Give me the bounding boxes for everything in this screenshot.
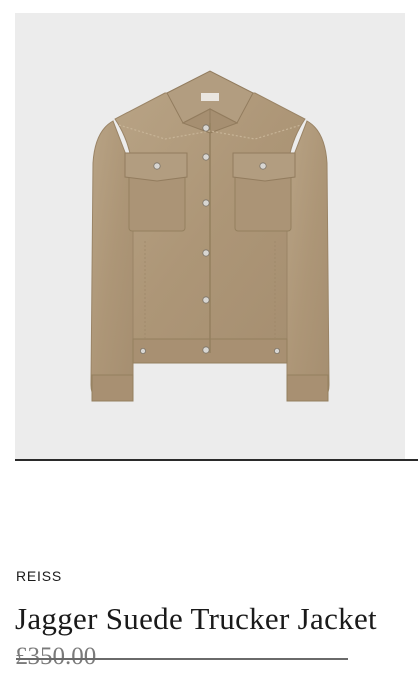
price-strikethrough [16, 658, 348, 660]
original-price: £350.00 [15, 643, 97, 670]
product-image[interactable] [15, 13, 405, 459]
brand-name[interactable]: REISS [16, 568, 62, 584]
product-title[interactable]: Jagger Suede Trucker Jacket [15, 601, 377, 637]
image-divider [15, 459, 418, 461]
jacket-photo-icon [90, 70, 330, 402]
